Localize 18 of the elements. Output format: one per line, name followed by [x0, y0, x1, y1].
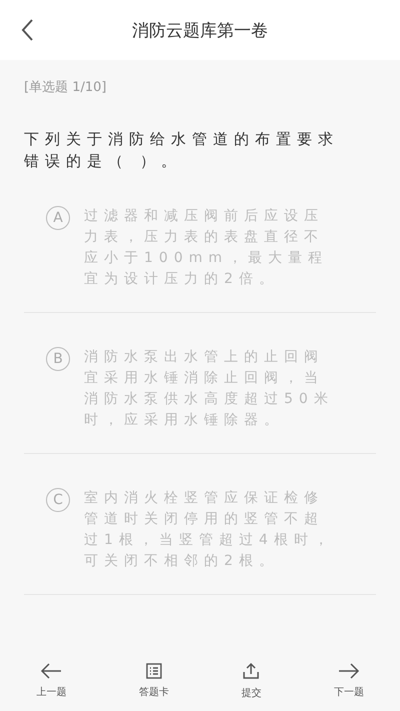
upload-icon — [242, 662, 260, 680]
left-arrow-icon — [40, 663, 62, 679]
right-arrow-icon — [338, 663, 360, 679]
option-letter: C — [46, 488, 70, 512]
option-text: 消防水泵出水管上的止回阀宜采用水锤消除止回阀，当消防水泵供水高度超过50米时，应采用水锤除器。 — [84, 348, 335, 430]
option-text: 过滤器和减压阀前后应设压力表，压力表的表盘直径不应小于100mm，最大量程宜为设计压力的2倍。 — [84, 207, 329, 289]
option-text: 室内消火栓竖管应保证检修管道时关闭停用的竖管不超过1根，当竖管超过4根时，可关闭不相邻的2根。 — [84, 489, 335, 571]
option-letter: B — [46, 347, 70, 371]
question-type: [单选题 1/10] — [24, 79, 108, 96]
page-title: 消防云题库第一卷 — [132, 20, 268, 42]
nav-button[interactable]: 提交 — [241, 662, 262, 700]
list-icon — [146, 663, 162, 679]
nav-button[interactable]: 上一题 — [36, 663, 66, 699]
back-button[interactable] — [20, 18, 34, 42]
nav-button[interactable]: 下一题 — [334, 663, 364, 699]
nav-button[interactable]: 答题卡 — [138, 663, 169, 699]
option-letter: A — [46, 206, 70, 230]
question-text: 下列关于消防给水管道的布置要求错误的是（ ）。 — [24, 129, 340, 172]
